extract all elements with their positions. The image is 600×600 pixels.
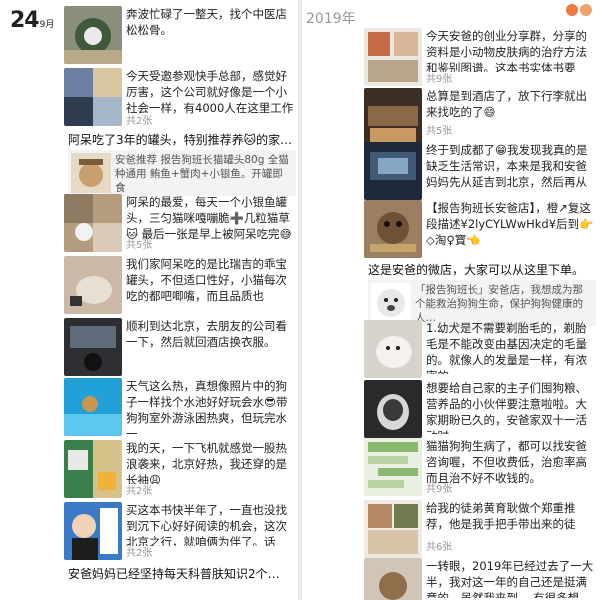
post-text: 想要给自己家的主子们囤狗粮、营养品的小伙伴要注意啦啦。大家期盼已久的，安爸家双十… <box>426 381 587 434</box>
post-text: 猫猫狗狗生病了，都可以找安爸咨询喔，不但收费低，治愈率高 而且治不好不收钱的。 <box>426 439 587 484</box>
post-item[interactable]: 总算是到酒店了，放下行李就出来找吃的了😄 共5张 <box>364 88 596 146</box>
post-text: 我的天，一下飞机就感觉一股热浪袭来，北京好热，我还穿的是长袖😩 <box>126 441 287 484</box>
post-item[interactable]: 我的天，一下飞机就感觉一股热浪袭来，北京好热，我还穿的是长袖😩 共2张 <box>64 440 296 498</box>
video-thumb[interactable] <box>364 320 422 378</box>
post-item[interactable]: 顺利到达北京，去朋友的公司看一下，然后就回酒店换衣服。 <box>64 318 296 376</box>
post-photo[interactable] <box>364 88 422 146</box>
post-item[interactable]: 一转眼，2019年已经过去了一大半，我对这一年的自己还是挺满意的，虽然我来到… … <box>364 558 596 600</box>
column-divider <box>298 0 302 600</box>
post-item[interactable]: 阿呆的最爱，每天一个小银鱼罐头，三匀猫咪嘎嘣脆➕几粒猫草🐱 最后一张是早上被阿呆… <box>64 194 296 252</box>
post-photo[interactable] <box>364 28 422 86</box>
video-thumb[interactable] <box>64 378 122 436</box>
post-item[interactable]: 【报告狗班长安爸店】，橙↗复这段描述¥2lyCYLWwHkd¥后到👉◇淘♀寳👈 <box>364 200 596 258</box>
post-item[interactable]: 我们家阿呆吃的是比瑞吉的乖宝罐头，不但适口性好，小猫每次吃的都吧唧嘴，而且品质也 <box>64 256 296 314</box>
post-text: 总算是到酒店了，放下行李就出来找吃的了😄 <box>426 89 587 119</box>
post-photo[interactable] <box>364 380 422 438</box>
post-photo[interactable] <box>64 6 122 64</box>
orange-badge-icon <box>566 4 578 16</box>
image-count: 共5张 <box>426 126 453 137</box>
post-text: 买这本书快半年了，一直也没找到沉下心好好阅读的机会，这次北京之行，就咱俩为伴了。… <box>126 503 287 546</box>
post-item[interactable]: 给我的徒弟黄育耿做个郑重推荐，他是我手把手带出来的徒弟，不光训大技术精湛，而且对… <box>364 500 596 558</box>
image-count: 共9张 <box>426 484 453 495</box>
post-text: 给我的徒弟黄育耿做个郑重推荐，他是我手把手带出来的徒弟，不光训大技术精湛，而且对… <box>426 501 576 531</box>
date-day: 24 <box>10 8 40 33</box>
post-item[interactable]: 奔波忙碌了一整天，找个中医店松松骨。 <box>64 6 296 64</box>
post-photo[interactable] <box>64 194 122 252</box>
image-count: 共6张 <box>426 542 453 553</box>
right-column: 2019年 今天安爸的创业分享群，分享的资料是小动物皮肤病的治疗方法和鉴别图谱。… <box>304 0 596 600</box>
post-photo[interactable] <box>364 142 422 200</box>
post-item[interactable]: 天气这么热，真想像照片中的狗子一样找个水池好好玩会水😎带狗狗室外游泳困热爽，但玩… <box>64 378 296 436</box>
article-text: 安爸推荐 报告狗班长猫罐头80g 全猫种通用 鲔鱼+蟹肉+小银鱼。开罐即食 <box>115 154 289 194</box>
article-thumb <box>371 283 411 323</box>
image-count: 共2张 <box>126 548 153 559</box>
post-text: 奔波忙碌了一整天，找个中医店松松骨。 <box>126 7 287 37</box>
top-icons <box>566 4 592 16</box>
post-text: 今天安爸的创业分享群，分享的资料是小动物皮肤病的治疗方法和鉴别图谱。这本书实体书… <box>426 29 587 72</box>
post-item[interactable]: 今天安爸的创业分享群，分享的资料是小动物皮肤病的治疗方法和鉴别图谱。这本书实体书… <box>364 28 596 86</box>
post-text: 1.幼犬是不需要剃胎毛的，剃胎毛是不能改变由基因决定的毛量的。就像人的发量是一样… <box>426 321 587 374</box>
post-text: 终于到成都了😁我发现我真的是缺乏生活常识，本来是我和安爸妈妈先从延吉到北京，然后… <box>426 143 588 192</box>
shared-article[interactable]: 安爸推荐 报告狗班长猫罐头80g 全猫种通用 鲔鱼+蟹肉+小银鱼。开罐即食 <box>68 150 296 196</box>
post-text: 一转眼，2019年已经过去了一大半，我对这一年的自己还是挺满意的，虽然我来到… … <box>426 559 594 598</box>
post-text: 今天受邀参观快手总部，感觉好厉害，这个公司就好像是一个小社会一样，有4000人在… <box>126 69 294 115</box>
post-text: 【报告狗班长安爸店】，橙↗复这段描述¥2lyCYLWwHkd¥后到👉◇淘♀寳👈 <box>426 201 594 247</box>
year-label: 2019年 <box>306 11 356 27</box>
post-item[interactable]: 今天受邀参观快手总部，感觉好厉害，这个公司就好像是一个小社会一样，有4000人在… <box>64 68 296 127</box>
video-thumb[interactable] <box>64 256 122 314</box>
post-text: 阿呆的最爱，每天一个小银鱼罐头，三匀猫咪嘎嘣脆➕几粒猫草🐱 最后一张是早上被阿呆… <box>126 195 292 241</box>
post-text: 顺利到达北京，去朋友的公司看一下，然后就回酒店换衣服。 <box>126 319 287 349</box>
peach-badge-icon <box>580 4 592 16</box>
image-count: 共2张 <box>126 486 153 497</box>
post-photo[interactable] <box>364 558 422 600</box>
article-thumb <box>71 153 111 193</box>
date-label: 249月 <box>10 8 54 33</box>
post-photo[interactable] <box>364 500 422 558</box>
image-count: 共2张 <box>126 116 153 127</box>
image-count: 共5张 <box>126 240 153 251</box>
post-item[interactable]: 1.幼犬是不需要剃胎毛的，剃胎毛是不能改变由基因决定的毛量的。就像人的发量是一样… <box>364 320 596 378</box>
post-item[interactable]: 想要给自己家的主子们囤狗粮、营养品的小伙伴要注意啦啦。大家期盼已久的，安爸家双十… <box>364 380 596 438</box>
post-photo[interactable] <box>64 318 122 376</box>
post-item[interactable]: 猫猫狗狗生病了，都可以找安爸咨询喔，不但收费低，治愈率高 而且治不好不收钱的。 … <box>364 438 596 496</box>
post-photo[interactable] <box>364 200 422 258</box>
post-photo[interactable] <box>364 438 422 496</box>
article-text: 「报告狗班长」安爸店，我想成为那个能救治狗狗生命，保护狗狗健康的人… <box>415 284 583 324</box>
left-column: 249月 奔波忙碌了一整天，找个中医店松松骨。 今天受邀参观快手总部，感觉好厉害… <box>4 0 296 600</box>
section-title[interactable]: 阿呆吃了3年的罐头，特别推荐养🐱的家… <box>68 132 294 148</box>
image-count: 共9张 <box>426 74 453 85</box>
section-title[interactable]: 这是安爸的微店，大家可以从这里下单。 <box>368 262 596 278</box>
post-text: 天气这么热，真想像照片中的狗子一样找个水池好好玩会水😎带狗狗室外游泳困热爽，但玩… <box>126 379 288 436</box>
post-text: 我们家阿呆吃的是比瑞吉的乖宝罐头，不但适口性好，小猫每次吃的都吧唧嘴，而且品质也 <box>126 257 287 303</box>
post-photo[interactable] <box>64 440 122 498</box>
post-item[interactable]: 终于到成都了😁我发现我真的是缺乏生活常识，本来是我和安爸妈妈先从延吉到北京，然后… <box>364 142 596 200</box>
section-title[interactable]: 安爸妈妈已经坚持每天科普肤知识2个… <box>68 566 294 582</box>
post-item[interactable]: 买这本书快半年了，一直也没找到沉下心好好阅读的机会，这次北京之行，就咱俩为伴了。… <box>64 502 296 560</box>
post-photo[interactable] <box>64 68 122 126</box>
post-photo[interactable] <box>64 502 122 560</box>
date-month: 9月 <box>39 20 55 30</box>
